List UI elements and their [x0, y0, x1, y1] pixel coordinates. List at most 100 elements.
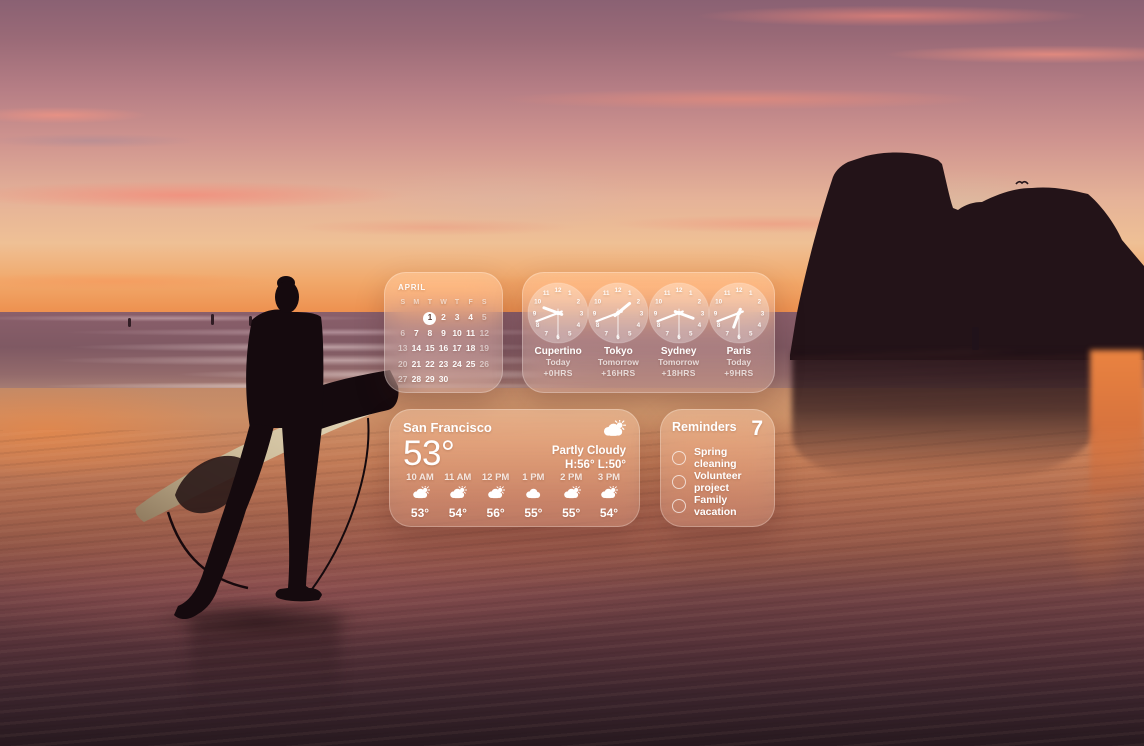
- partly-cloudy-icon: [562, 486, 581, 499]
- reminder-complete-circle[interactable]: [672, 475, 686, 489]
- svg-text:5: 5: [568, 331, 572, 338]
- calendar-day-cell: [396, 310, 410, 325]
- svg-text:7: 7: [725, 331, 729, 338]
- clock-city-name: Paris: [727, 346, 751, 357]
- calendar-grid: SMTWTFS123456789101112131415161718192021…: [396, 296, 491, 387]
- hour-label: 11 AM: [444, 472, 471, 483]
- svg-text:2: 2: [637, 299, 641, 306]
- weather-hourly-row: 10 AM 53°11 AM 54°12 PM 56°1 PM 55°2 PM …: [403, 472, 626, 520]
- clock-city-name: Cupertino: [535, 346, 582, 357]
- world-clock-cupertino: 121234567891011 CupertinoToday+0HRS: [528, 282, 588, 387]
- svg-text:1: 1: [628, 290, 632, 297]
- hour-temp: 56°: [487, 506, 505, 520]
- svg-text:5: 5: [628, 331, 632, 338]
- svg-text:9: 9: [533, 310, 537, 317]
- calendar-day-cell: 29: [423, 372, 437, 387]
- sea-rock-silhouette: [770, 128, 1144, 360]
- svg-text:4: 4: [758, 322, 762, 329]
- svg-text:12: 12: [735, 287, 743, 294]
- analog-clock-face: 121234567891011: [648, 282, 710, 344]
- svg-text:9: 9: [593, 310, 597, 317]
- clock-day-label: Today: [727, 357, 751, 368]
- calendar-day-header: F: [464, 296, 478, 309]
- calendar-day-cell: 8: [423, 326, 437, 341]
- world-clock-tokyo: 121234567891011 TokyoTomorrow+16HRS: [588, 282, 648, 387]
- analog-clock-face: 121234567891011: [527, 282, 589, 344]
- clock-day-label: Tomorrow: [658, 357, 699, 368]
- svg-text:2: 2: [577, 299, 581, 306]
- hour-label: 10 AM: [406, 472, 434, 483]
- clock-row: 121234567891011 CupertinoToday+0HRS 1212…: [528, 282, 769, 387]
- calendar-day-cell: 26: [477, 357, 491, 372]
- reminder-label: Family vacation: [694, 494, 763, 518]
- partly-cloudy-icon: [599, 486, 618, 499]
- svg-text:8: 8: [596, 322, 600, 329]
- svg-text:12: 12: [555, 287, 563, 294]
- calendar-day-header: W: [437, 296, 451, 309]
- clock-city-name: Tokyo: [604, 346, 633, 357]
- surfer-silhouette: [110, 258, 410, 658]
- hour-temp: 55°: [562, 506, 580, 520]
- svg-text:8: 8: [717, 322, 721, 329]
- calendar-day-header: M: [410, 296, 424, 309]
- svg-text:11: 11: [663, 290, 670, 297]
- calendar-day-header: T: [450, 296, 464, 309]
- svg-text:10: 10: [715, 299, 723, 306]
- rock-shape: [790, 153, 1144, 360]
- analog-clock-face: 121234567891011: [587, 282, 649, 344]
- hour-temp: 54°: [449, 506, 467, 520]
- calendar-day-cell: [410, 310, 424, 325]
- surfer-torso: [246, 309, 323, 428]
- svg-text:8: 8: [536, 322, 540, 329]
- calendar-day-cell: 13: [396, 341, 410, 356]
- weather-hour-column: 10 AM 53°: [403, 472, 437, 520]
- clock-offset-label: +16HRS: [601, 368, 635, 379]
- reminder-item[interactable]: Family vacation: [672, 494, 763, 518]
- bird-icon: [1016, 182, 1028, 184]
- partly-cloudy-icon: [411, 486, 430, 499]
- world-clock-widget[interactable]: 121234567891011 CupertinoToday+0HRS 1212…: [522, 272, 775, 393]
- calendar-day-cell: [464, 372, 478, 387]
- clock-offset-label: +9HRS: [724, 368, 753, 379]
- partly-cloudy-icon: [486, 486, 505, 499]
- hour-label: 3 PM: [598, 472, 620, 483]
- calendar-day-cell: 21: [410, 357, 424, 372]
- partly-cloudy-icon: [601, 420, 626, 437]
- svg-text:5: 5: [689, 331, 693, 338]
- calendar-day-cell: 15: [423, 341, 437, 356]
- hour-temp: 54°: [600, 506, 618, 520]
- hour-label: 12 PM: [482, 472, 509, 483]
- reminder-item[interactable]: Volunteer project: [672, 470, 763, 494]
- reminders-widget[interactable]: Reminders 7 Spring cleaningVolunteer pro…: [660, 409, 775, 527]
- calendar-day-cell: 28: [410, 372, 424, 387]
- partly-cloudy-icon: [601, 420, 626, 442]
- hour-label: 2 PM: [560, 472, 582, 483]
- svg-text:4: 4: [637, 322, 641, 329]
- weather-widget[interactable]: San Francisco 53° Partly Cloudy H:56° L:…: [389, 409, 640, 527]
- svg-text:10: 10: [655, 299, 663, 306]
- calendar-day-cell: 10: [450, 326, 464, 341]
- svg-text:2: 2: [758, 299, 762, 306]
- calendar-day-cell: 22: [423, 357, 437, 372]
- calendar-day-cell: 27: [396, 372, 410, 387]
- reminders-list: Spring cleaningVolunteer projectFamily v…: [672, 446, 763, 518]
- svg-text:1: 1: [689, 290, 693, 297]
- weather-city: San Francisco: [403, 420, 492, 435]
- calendar-day-cell: 14: [410, 341, 424, 356]
- reminder-complete-circle[interactable]: [672, 499, 686, 513]
- calendar-day-cell: [450, 372, 464, 387]
- clock-day-label: Today: [546, 357, 570, 368]
- calendar-widget[interactable]: APRIL SMTWTFS123456789101112131415161718…: [384, 272, 503, 393]
- svg-text:11: 11: [543, 290, 550, 297]
- calendar-day-cell: 11: [464, 326, 478, 341]
- svg-text:3: 3: [700, 310, 704, 317]
- clock-offset-label: +18HRS: [662, 368, 696, 379]
- calendar-day-cell: 2: [437, 310, 451, 325]
- weather-hour-column: 3 PM 54°: [592, 472, 626, 520]
- calendar-day-cell: 17: [450, 341, 464, 356]
- reminder-complete-circle[interactable]: [672, 451, 686, 465]
- calendar-day-header: T: [423, 296, 437, 309]
- reminder-label: Volunteer project: [694, 470, 763, 494]
- reminder-item[interactable]: Spring cleaning: [672, 446, 763, 470]
- calendar-day-cell: 20: [396, 357, 410, 372]
